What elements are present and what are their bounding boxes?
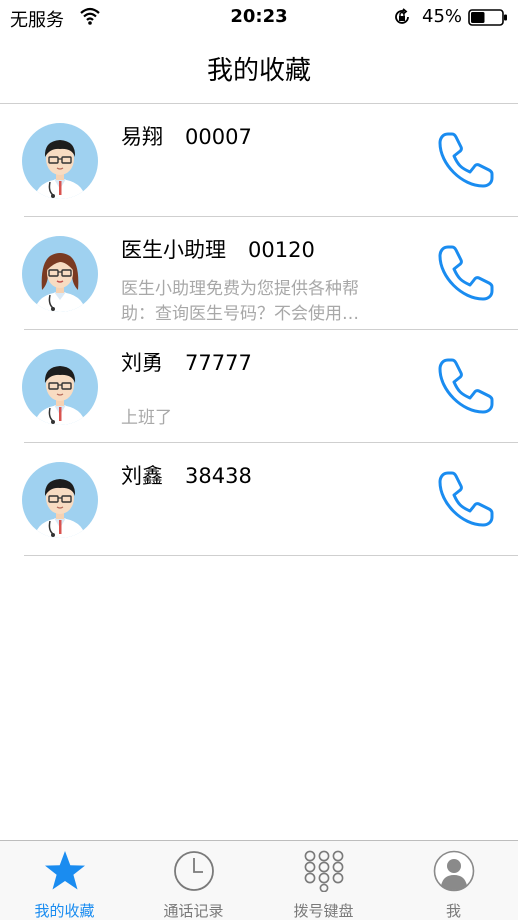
contact-number: 00007 [185,125,252,149]
contact-title: 刘鑫 38438 [121,460,252,490]
contact-number: 38438 [185,464,252,488]
rotation-lock-icon [395,8,409,24]
clock-icon [174,851,214,891]
contact-description-line: 医生小助理免费为您提供各种帮 [121,279,359,299]
contact-title: 医生小助理 00120 [121,234,315,264]
tab-label: 通话记录 [163,902,224,920]
tab-label: 我的收藏 [34,902,95,920]
contact-number: 00120 [248,238,315,262]
battery-percentage: 45% [422,6,463,27]
tab-favorites[interactable]: 我的收藏 [0,841,129,920]
phone-call-icon[interactable] [434,241,498,305]
star-icon [45,851,85,890]
tab-call-history[interactable]: 通话记录 [129,841,258,920]
contact-name: 易翔 [121,125,163,149]
contact-description: 上班了 [121,408,172,428]
battery-icon [468,9,507,26]
male-doctor-avatar [20,121,100,201]
contact-description-line: 助：查询医生号码？不会使用… [121,304,359,324]
contact-row[interactable]: 易翔 00007 [0,104,518,217]
male-doctor-avatar [20,460,100,540]
male-doctor-avatar [20,347,100,427]
row-divider [24,555,518,556]
contact-name: 医生小助理 [121,238,226,262]
contact-name: 刘鑫 [121,464,163,488]
tab-me[interactable]: 我 [389,841,518,920]
phone-call-icon[interactable] [434,354,498,418]
page-title: 我的收藏 [206,56,311,86]
contact-number: 77777 [185,351,252,375]
contact-name: 刘勇 [121,351,163,375]
contact-row[interactable]: 医生小助理 00120 医生小助理免费为您提供各种帮 助：查询医生号码？不会使用… [0,217,518,330]
tab-label: 拨号键盘 [293,902,354,920]
contact-title: 易翔 00007 [121,121,252,151]
favorites-list: 易翔 00007 医生小助理 00120 医生小助理免费为您提供各种帮 助：查询医生… [0,104,518,556]
phone-call-icon[interactable] [434,128,498,192]
tab-bar: 我的收藏 通话记录 拨号键盘 我 [0,840,518,920]
favorites-screen: 无服务 20:23 45% 我的收藏 易翔 00007 医生小助理 00120 … [0,0,518,920]
navigation-bar: 我的收藏 [0,34,518,104]
female-doctor-avatar [20,234,100,314]
keypad-icon [304,850,344,892]
person-icon [433,850,475,892]
status-bar: 无服务 20:23 45% [0,0,518,34]
tab-dial-pad[interactable]: 拨号键盘 [259,841,388,920]
contact-description: 医生小助理免费为您提供各种帮 助：查询医生号码？不会使用… [121,277,401,327]
phone-call-icon[interactable] [434,467,498,531]
tab-label: 我 [445,902,461,920]
contact-title: 刘勇 77777 [121,347,252,377]
contact-row[interactable]: 刘鑫 38438 [0,443,518,556]
contact-row[interactable]: 刘勇 77777 上班了 [0,330,518,443]
